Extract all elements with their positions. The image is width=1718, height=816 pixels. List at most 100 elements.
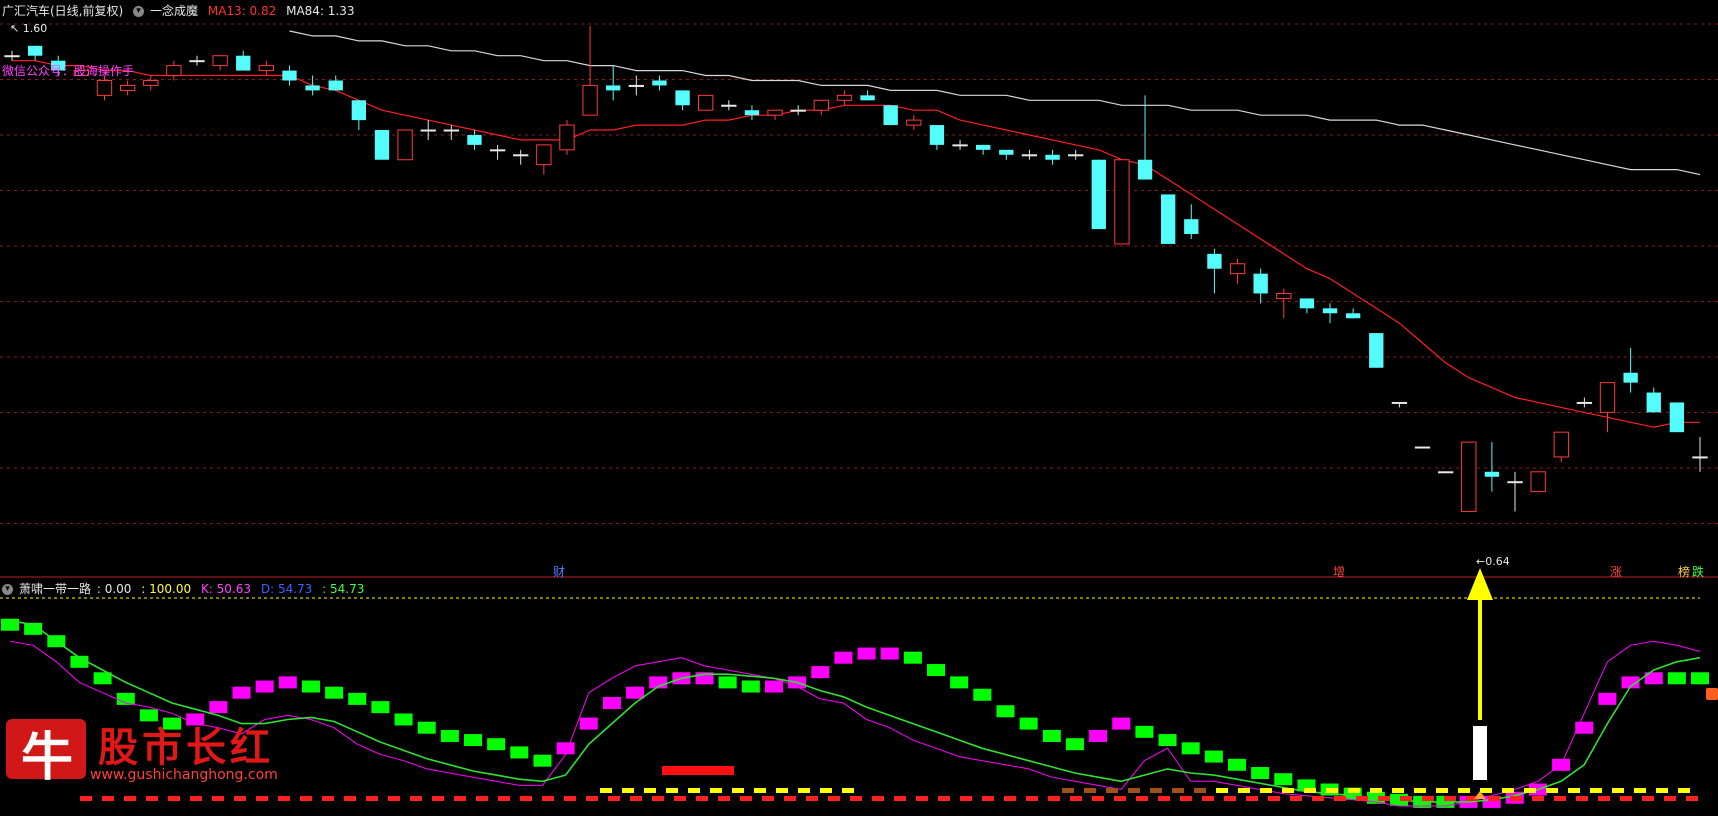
baseline-dash-yellow	[1348, 788, 1360, 793]
baseline-dash-red	[1202, 796, 1214, 801]
red-bar-signal	[662, 766, 734, 775]
baseline-dash-red	[916, 796, 928, 801]
baseline-dash-red	[1488, 796, 1500, 801]
price-low-label: ←0.64	[1476, 555, 1510, 568]
baseline-dash-red	[740, 796, 752, 801]
event-marker-die[interactable]: 跌	[1692, 563, 1704, 580]
candle-body-down	[1091, 159, 1106, 230]
baseline-dash-yellow	[644, 788, 656, 793]
baseline-dash-yellow	[1150, 788, 1162, 793]
candle-body-up	[258, 65, 275, 72]
baseline-dash-yellow	[820, 788, 832, 793]
baseline-dash-red	[1620, 796, 1632, 801]
candle-body-down	[351, 100, 367, 121]
signal-block-magenta	[255, 680, 274, 693]
baseline-dash-yellow	[1634, 788, 1646, 793]
baseline-dash-red	[300, 796, 312, 801]
event-marker-ban[interactable]: 榜	[1678, 563, 1690, 580]
baseline-dash-red	[674, 796, 686, 801]
baseline-dash-red	[1312, 796, 1324, 801]
baseline-dash-yellow	[1282, 788, 1294, 793]
signal-block-green	[996, 705, 1015, 718]
signal-block-magenta	[834, 651, 853, 664]
signal-block-green	[487, 738, 506, 751]
candle-body-up	[119, 84, 136, 91]
baseline-dash-red	[630, 796, 642, 801]
signal-block-magenta	[209, 701, 228, 714]
candle-body-down	[236, 55, 251, 71]
candle-body-up	[96, 79, 113, 96]
baseline-dash-yellow	[1502, 788, 1514, 793]
candle-body-up	[443, 129, 460, 132]
baseline-dash-yellow	[1326, 788, 1338, 793]
baseline-dash-red	[1356, 796, 1368, 801]
candle-body-up	[1461, 441, 1477, 512]
candle-body-up	[1599, 382, 1616, 413]
price-high-label: ↖ 1.60	[10, 22, 48, 35]
baseline-dash-red	[1576, 796, 1588, 801]
baseline-dash-yellow	[798, 788, 810, 793]
indicator-menu-icon[interactable]: ▾	[2, 584, 13, 595]
baseline-dash-red	[212, 796, 224, 801]
indicator-menu-icon[interactable]: ▾	[133, 6, 145, 17]
candle-body-down	[860, 95, 875, 101]
signal-block-green	[1204, 750, 1223, 763]
indicator-name[interactable]: 一念成魔	[150, 4, 198, 18]
baseline-dash-yellow	[1304, 788, 1316, 793]
baseline-dash-yellow	[1524, 788, 1536, 793]
baseline-dash-red	[1004, 796, 1016, 801]
d-value: D: 54.73	[260, 582, 313, 596]
baseline-dash-yellow	[1106, 788, 1118, 793]
baseline-dash-red	[146, 796, 158, 801]
candle-body-up	[420, 129, 436, 132]
candle-body-down	[883, 105, 898, 126]
sub-indicator-title[interactable]: 萧啸一带一路	[19, 582, 91, 596]
baseline-dash-red	[1268, 796, 1280, 801]
candle-body-down	[27, 45, 43, 56]
price-chart-pane[interactable]: 广汇汽车(日线,前复权) ▾ 一念成魔 MA13: 0.82 MA84: 1.33…	[0, 0, 1718, 580]
baseline-dash-red	[322, 796, 334, 801]
baseline-dash-red	[1554, 796, 1566, 801]
signal-block-green	[1019, 717, 1038, 730]
signal-block-magenta	[880, 647, 899, 660]
candle-body-up	[1229, 263, 1246, 275]
signal-block-magenta	[602, 697, 621, 709]
signal-block-magenta	[626, 686, 645, 699]
baseline-dash-yellow	[1238, 788, 1250, 793]
candle-body-down	[1369, 333, 1384, 368]
signal-block-green	[973, 688, 992, 701]
baseline-dash-yellow	[1216, 788, 1228, 793]
baseline-dash-red	[80, 796, 92, 801]
stock-title[interactable]: 广汇汽车(日线,前复权)	[2, 4, 123, 18]
baseline-dash-red	[1598, 796, 1610, 801]
event-marker-cai[interactable]: 财	[553, 563, 565, 580]
signal-block-green	[533, 754, 552, 767]
candle-body-up	[489, 149, 506, 152]
watermark-url: www.gushichanghong.com	[90, 767, 278, 783]
baseline-dash-red	[1070, 796, 1082, 801]
candle-body-down	[1045, 154, 1060, 160]
k-value: K: 50.63	[200, 582, 252, 596]
candle-body-down	[976, 144, 991, 150]
signal-block-green	[950, 676, 969, 689]
candle-body-down	[652, 80, 667, 86]
candle-body-up	[559, 124, 575, 151]
baseline-dash-yellow	[1656, 788, 1668, 793]
baseline-dash-red	[1136, 796, 1148, 801]
event-marker-zeng[interactable]: 增	[1333, 563, 1345, 580]
signal-block-green	[348, 692, 367, 705]
baseline-dash-red	[190, 796, 202, 801]
baseline-dash-yellow	[688, 788, 700, 793]
signal-block-magenta	[811, 666, 830, 679]
baseline-dash-red	[1400, 796, 1412, 801]
baseline-dash-yellow	[1172, 788, 1184, 793]
candle-body-down	[282, 70, 297, 81]
candle-body-up	[143, 79, 159, 86]
candle-body-down	[744, 110, 760, 116]
event-marker-zhang[interactable]: 涨	[1610, 563, 1622, 580]
candle-body-up	[813, 99, 829, 111]
candle-body-up	[166, 65, 182, 77]
candle-body-down	[1345, 313, 1361, 319]
price-chart[interactable]	[0, 0, 1718, 578]
signal-block-green	[927, 664, 946, 677]
